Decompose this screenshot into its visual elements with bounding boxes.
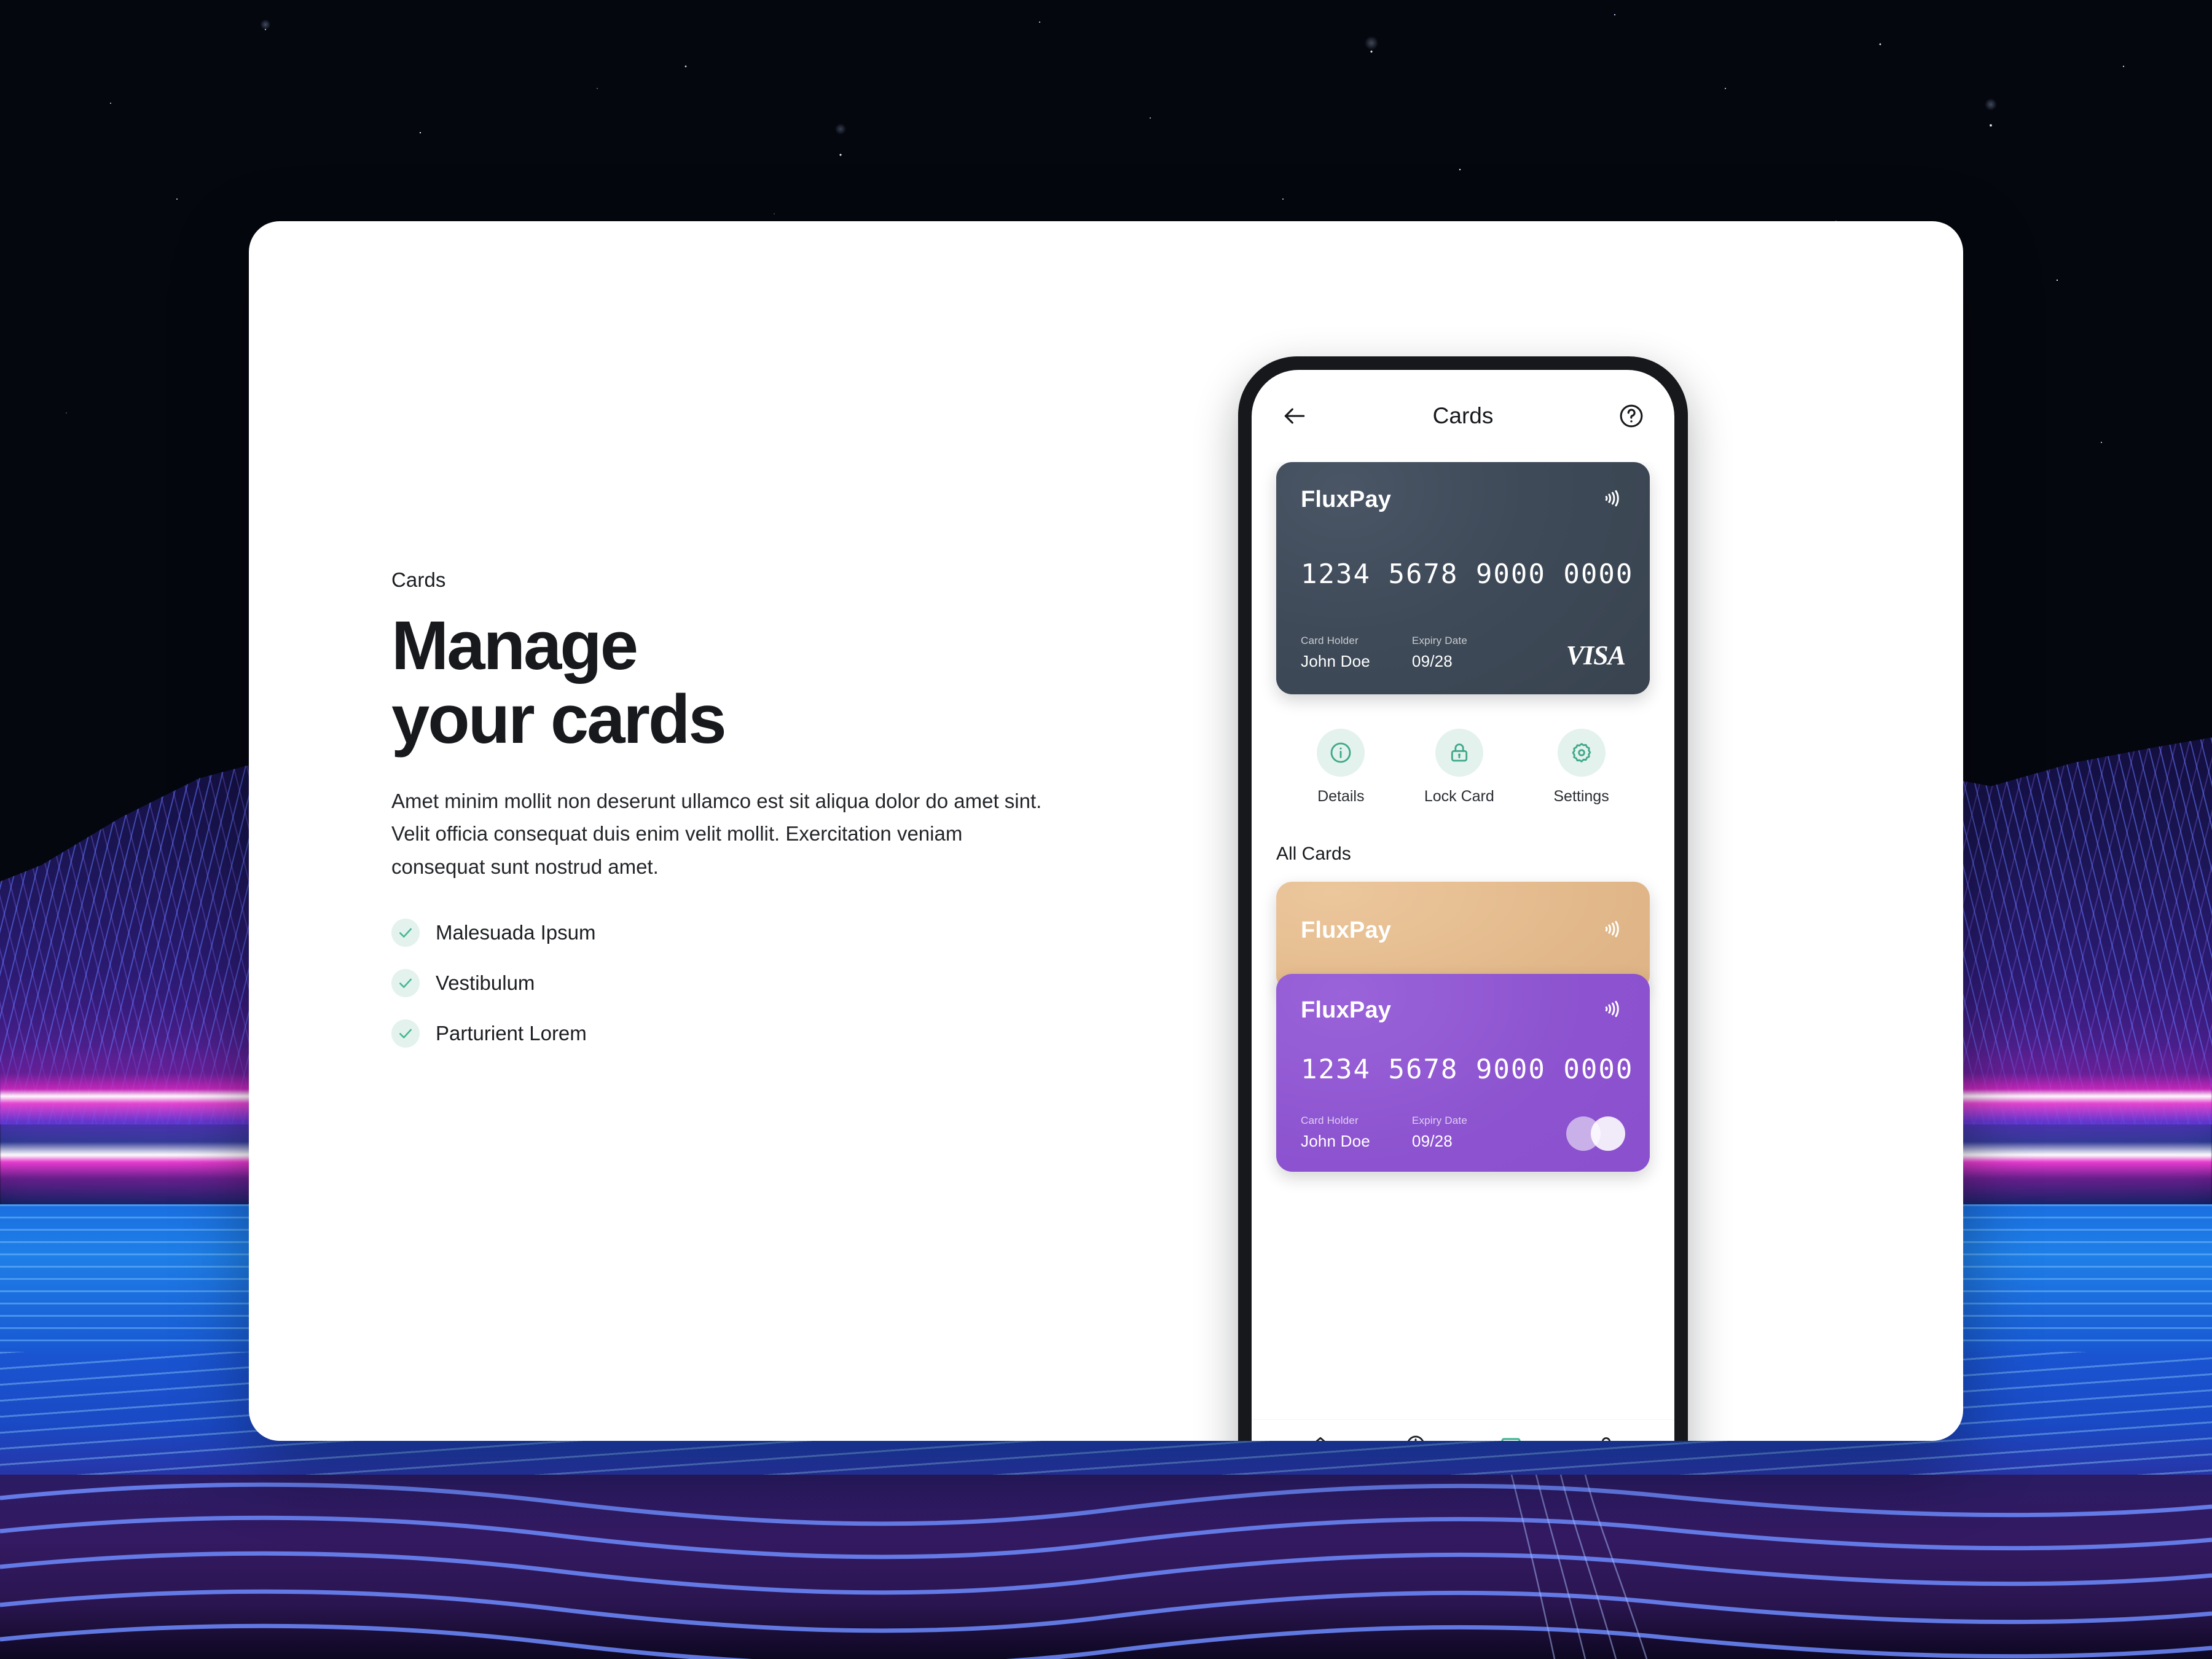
card-holder-value: John Doe — [1301, 652, 1370, 670]
purple-card-bottom-row: Card Holder John Doe Expiry Date 09/28 — [1301, 1115, 1625, 1151]
list-item-label: Malesuada Ipsum — [436, 921, 596, 944]
check-icon — [391, 919, 420, 947]
page-title: Manage your cards — [391, 609, 1116, 756]
purple-credit-card[interactable]: FluxPay 1234 5678 9000 0000 Card Holder … — [1276, 974, 1650, 1172]
lock-icon — [1435, 729, 1483, 777]
dollar-circle-icon — [1403, 1433, 1428, 1441]
neon-wave-field — [0, 1475, 2212, 1659]
app-header: Cards — [1252, 370, 1674, 462]
eyebrow-label: Cards — [391, 568, 446, 591]
nav-item-cards[interactable]: Cards — [1465, 1433, 1557, 1441]
app-body: FluxPay 1234 5678 9000 0000 Card Holder … — [1252, 462, 1674, 1419]
card-expiry-field: Expiry Date 09/28 — [1412, 635, 1467, 671]
marketing-paragraph: Amet minim mollit non deserunt ullamco e… — [391, 789, 1042, 878]
card-holder-label: Card Holder — [1301, 1115, 1359, 1126]
content-panel: Cards Manage your cards Amet minim molli… — [249, 221, 1963, 1441]
list-item: Parturient Lorem — [391, 1019, 1116, 1048]
card-holder-field: Card Holder John Doe — [1301, 635, 1370, 671]
settings-label: Settings — [1553, 788, 1609, 805]
list-item: Vestibulum — [391, 969, 1116, 998]
purple-card-top-row: FluxPay — [1301, 997, 1625, 1024]
card-expiry-value: 09/28 — [1411, 1132, 1453, 1150]
phone-screen: Cards FluxPay 1234 5678 9000 0000 Card H… — [1252, 370, 1674, 1441]
feature-checklist: Malesuada Ipsum Vestibulum Parturient Lo… — [391, 919, 1116, 1048]
contactless-icon — [1602, 487, 1625, 510]
card-number: 1234 5678 9000 0000 — [1301, 558, 1634, 590]
card-holder-field: Card Holder John Doe — [1301, 1115, 1370, 1151]
nav-item-account[interactable]: Account — [1560, 1433, 1652, 1441]
marketing-copy: Cards Manage your cards Amet minim molli… — [391, 568, 1116, 1070]
wave-lines-icon — [0, 1475, 2212, 1659]
all-cards-heading: All Cards — [1276, 844, 1351, 864]
nav-item-home[interactable]: Home — [1274, 1433, 1367, 1441]
help-circle-icon[interactable] — [1615, 400, 1647, 432]
mastercard-logo — [1566, 1116, 1625, 1151]
details-label: Details — [1317, 788, 1365, 805]
visa-logo: VISA — [1566, 640, 1626, 670]
card-holder-label: Card Holder — [1301, 635, 1359, 646]
hero-credit-card[interactable]: FluxPay 1234 5678 9000 0000 Card Holder … — [1276, 462, 1650, 694]
card-stack: FluxPay FluxPay 1234 5678 9000 0000 Card… — [1276, 882, 1650, 1172]
phone-mockup: Cards FluxPay 1234 5678 9000 0000 Card H… — [1238, 356, 1688, 1441]
lock-card-button[interactable]: Lock Card — [1424, 729, 1494, 806]
card-expiry-label: Expiry Date — [1411, 1115, 1467, 1126]
list-item-label: Parturient Lorem — [436, 1022, 587, 1045]
contactless-icon — [1602, 997, 1625, 1021]
card-brand-label: FluxPay — [1301, 487, 1392, 512]
headline-line-1: Manage — [391, 607, 638, 684]
card-brand-label: FluxPay — [1301, 917, 1392, 943]
card-actions-row: Details Lock Card Settings — [1276, 729, 1650, 806]
hero-card-top-row: FluxPay — [1301, 487, 1625, 513]
headline-line-2: your cards — [391, 680, 727, 758]
card-number: 1234 5678 9000 0000 — [1301, 1053, 1634, 1085]
list-item-label: Vestibulum — [436, 971, 535, 995]
info-icon — [1317, 729, 1365, 777]
card-icon — [1499, 1433, 1523, 1441]
list-item: Malesuada Ipsum — [391, 919, 1116, 947]
nav-item-savings[interactable]: Savings — [1370, 1433, 1462, 1441]
app-screen-title: Cards — [1432, 403, 1494, 428]
check-icon — [391, 1019, 420, 1048]
home-icon — [1308, 1433, 1333, 1441]
card-expiry-field: Expiry Date 09/28 — [1412, 1115, 1467, 1151]
card-holder-value: John Doe — [1301, 1132, 1370, 1150]
card-expiry-value: 09/28 — [1411, 652, 1453, 670]
details-button[interactable]: Details — [1317, 729, 1365, 806]
mastercard-circle-right — [1591, 1116, 1625, 1151]
card-expiry-label: Expiry Date — [1411, 635, 1467, 646]
contactless-icon — [1602, 917, 1625, 941]
gear-icon — [1557, 729, 1606, 777]
lock-card-label: Lock Card — [1424, 788, 1494, 805]
hero-card-bottom-row: Card Holder John Doe Expiry Date 09/28 V… — [1301, 635, 1626, 671]
person-icon — [1594, 1433, 1618, 1441]
settings-button[interactable]: Settings — [1553, 729, 1609, 806]
card-brand-label: FluxPay — [1301, 997, 1392, 1023]
check-icon — [391, 969, 420, 998]
arrow-left-icon[interactable] — [1279, 400, 1311, 432]
bottom-navigation: Home Savings Cards — [1252, 1419, 1674, 1441]
